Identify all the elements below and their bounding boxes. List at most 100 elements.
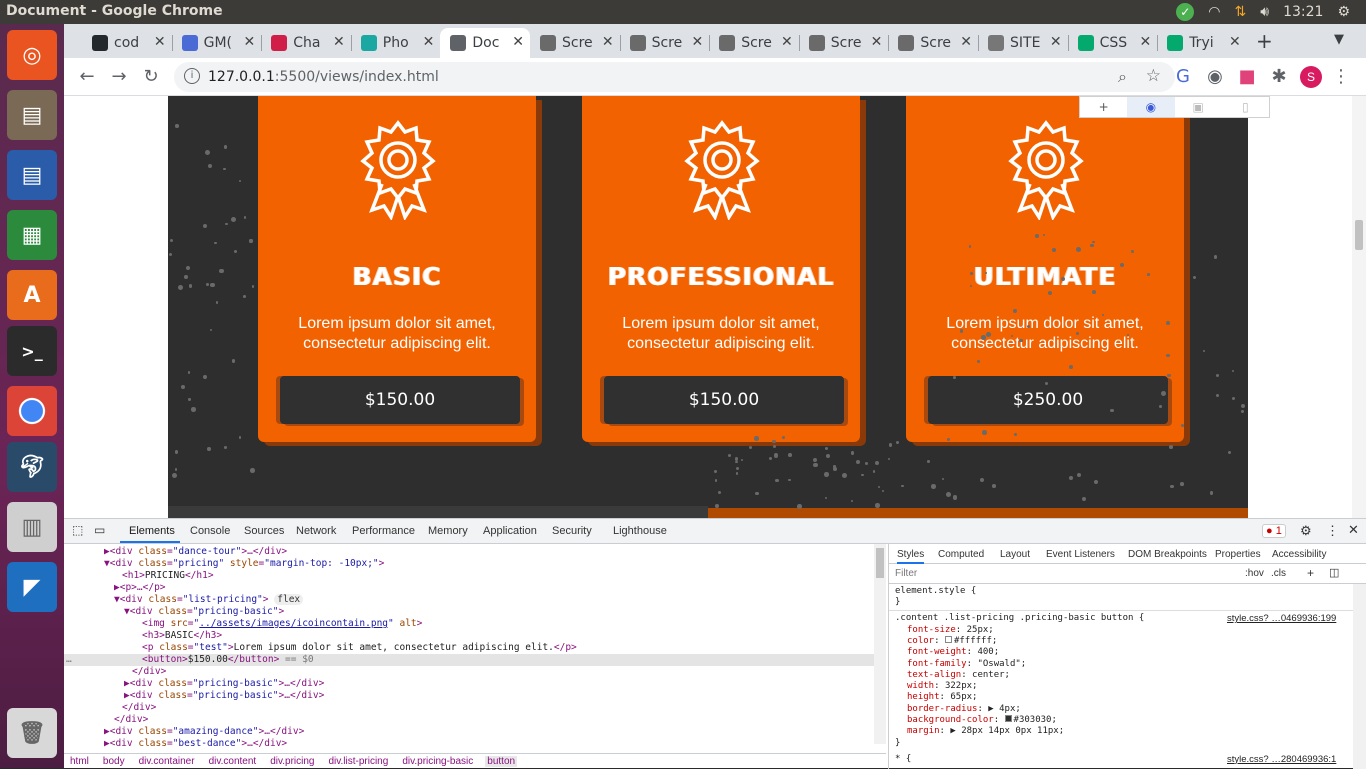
dom-node-line[interactable]: ▼<div class="pricing" style="margin-top:… <box>64 558 876 570</box>
trash-icon[interactable]: 🗑︎ <box>7 708 57 758</box>
breadcrumb-item[interactable]: html <box>68 756 91 767</box>
styles-filter-input[interactable]: Filter <box>895 568 917 579</box>
files-icon[interactable]: ▤ <box>7 90 57 140</box>
tab-close-icon[interactable]: ✕ <box>333 34 345 50</box>
css-declaration[interactable]: border-radius: ▶ 4px; <box>907 704 1021 715</box>
dom-node-line[interactable]: … <button>$150.00</button> == $0 <box>64 654 876 666</box>
tab-close-icon[interactable]: ✕ <box>423 34 435 50</box>
tab-close-icon[interactable]: ✕ <box>871 34 883 50</box>
dom-node-line[interactable]: ▶<div class="dance-tour">…</div> <box>64 546 876 558</box>
breadcrumb-item[interactable]: body <box>101 756 127 767</box>
wifi-icon[interactable]: ◠ <box>1208 4 1220 20</box>
devtools-tab-sources[interactable]: Sources <box>244 525 284 537</box>
styles-subtab[interactable]: Layout <box>1000 549 1030 560</box>
back-icon[interactable]: ← <box>76 66 98 87</box>
panel-toggle-icon[interactable]: ▯ <box>1222 97 1269 117</box>
settings-gear-icon[interactable]: ⚙ <box>1337 4 1350 20</box>
dom-node-line[interactable]: </div> <box>64 666 876 678</box>
browser-tab[interactable]: Scre ✕ <box>799 28 889 58</box>
styles-scrollbar[interactable] <box>1353 584 1366 769</box>
database-icon[interactable]: ▥ <box>7 502 57 552</box>
dom-node-line[interactable]: ▶<p>…</p> <box>64 582 876 594</box>
vscode-icon[interactable]: ◤ <box>7 562 57 612</box>
tab-close-icon[interactable]: ✕ <box>960 34 972 50</box>
hover-state-toggle[interactable]: :hov <box>1245 568 1264 579</box>
devtools-more-icon[interactable]: ⋮ <box>1326 523 1339 539</box>
browser-tab[interactable]: CSS ✕ <box>1068 28 1158 58</box>
page-scrollbar-thumb[interactable] <box>1355 220 1363 250</box>
css-declaration[interactable]: color: #ffffff; <box>907 635 997 647</box>
browser-tab[interactable]: Scre ✕ <box>530 28 620 58</box>
dom-node-line[interactable]: ▶<div class="pricing-basic">…</div> <box>64 678 876 690</box>
site-info-icon[interactable]: i <box>184 68 200 84</box>
class-toggle[interactable]: .cls <box>1271 568 1286 579</box>
styles-subtab[interactable]: Event Listeners <box>1046 549 1115 560</box>
breadcrumb-item[interactable]: div.pricing <box>268 756 316 767</box>
styles-subtab[interactable]: Computed <box>938 549 984 560</box>
devtools-error-badge[interactable]: ● 1 <box>1262 524 1286 538</box>
terminal-icon[interactable]: >_ <box>7 326 57 376</box>
devtools-tab-application[interactable]: Application <box>483 525 537 537</box>
breadcrumb-item[interactable]: div.content <box>207 756 259 767</box>
tab-close-icon[interactable]: ✕ <box>1229 34 1241 50</box>
css-declaration[interactable]: font-size: 25px; <box>907 625 994 636</box>
css-declaration[interactable]: text-align: center; <box>907 670 1010 681</box>
breadcrumb-item[interactable]: div.list-pricing <box>326 756 390 767</box>
devtools-tab-memory[interactable]: Memory <box>428 525 468 537</box>
profile-avatar[interactable]: S <box>1300 66 1322 88</box>
lock-icon[interactable]: ▣ <box>1175 97 1222 117</box>
browser-tab[interactable]: Scre ✕ <box>888 28 978 58</box>
forward-icon[interactable]: → <box>108 66 130 87</box>
devtools-tab-security[interactable]: Security <box>552 525 592 537</box>
breadcrumb-item[interactable]: div.container <box>137 756 197 767</box>
pricing-card-price-button[interactable]: $150.00 <box>604 376 844 424</box>
devtools-tab-console[interactable]: Console <box>190 525 230 537</box>
device-toolbar-icon[interactable]: ▭ <box>94 523 105 537</box>
styles-subtab[interactable]: Styles <box>897 549 925 564</box>
address-bar[interactable]: i 127.0.0.1:5500/views/index.html ⌕ ☆ <box>174 62 1175 92</box>
color-swatch[interactable] <box>944 635 952 643</box>
network-arrows-icon[interactable]: ⇅ <box>1235 4 1247 20</box>
browser-tab[interactable]: Scre ✕ <box>620 28 710 58</box>
css-source-link[interactable]: style.css? …0469936:199 <box>1227 613 1336 624</box>
dom-node-line[interactable]: <p class="test">Lorem ipsum dolor sit am… <box>64 642 876 654</box>
tab-close-icon[interactable]: ✕ <box>1050 34 1062 50</box>
browser-tab[interactable]: GM(✕ <box>172 28 262 58</box>
dom-node-line[interactable]: ▶<div class="pricing-basic">…</div> <box>64 690 876 702</box>
reload-icon[interactable]: ↻ <box>140 66 162 87</box>
dom-node-line[interactable]: ▼<div class="list-pricing"> flex <box>64 594 876 606</box>
new-rule-plus-icon[interactable]: + <box>1307 566 1314 580</box>
writer-icon[interactable]: ▤ <box>7 150 57 200</box>
color-swatch[interactable] <box>1004 715 1012 722</box>
dom-tree-scrollbar-thumb[interactable] <box>876 548 884 578</box>
devtools-tab-network[interactable]: Network <box>296 525 336 537</box>
toggle-sidebar-icon[interactable]: ◫ <box>1329 566 1339 579</box>
browser-tab[interactable]: SITE ✕ <box>978 28 1068 58</box>
tab-close-icon[interactable]: ✕ <box>154 34 166 50</box>
styles-subtab[interactable]: DOM Breakpoints <box>1128 549 1207 560</box>
chrome-icon[interactable] <box>7 386 57 436</box>
browser-tab[interactable]: Scre ✕ <box>709 28 799 58</box>
devtools-tab-elements[interactable]: Elements <box>129 525 175 537</box>
css-declaration[interactable]: height: 65px; <box>907 692 977 703</box>
dom-node-line[interactable]: ▼<div class="pricing-basic"> <box>64 606 876 618</box>
page-scrollbar[interactable] <box>1352 96 1366 518</box>
ubuntu-icon[interactable]: ◎ <box>7 30 57 80</box>
tab-search-icon[interactable]: ▼ <box>1334 32 1344 47</box>
breadcrumb-item[interactable]: button <box>485 756 518 767</box>
chrome-menu-icon[interactable]: ⋮ <box>1330 66 1352 87</box>
dom-node-line[interactable]: <img src="../assets/images/icoincontain.… <box>64 618 876 630</box>
devtools-close-icon[interactable]: ✕ <box>1348 522 1359 538</box>
translate-extension-icon[interactable]: G <box>1172 66 1194 87</box>
css-declaration[interactable]: margin: ▶ 28px 14px 0px 11px; <box>907 726 1064 737</box>
devtools-tab-performance[interactable]: Performance <box>352 525 415 537</box>
color-extension-icon[interactable]: ■ <box>1236 66 1258 87</box>
devtools-tab-lighthouse[interactable]: Lighthouse <box>613 525 667 537</box>
plus-icon[interactable]: + <box>1080 97 1127 117</box>
breadcrumb-item[interactable]: div.pricing-basic <box>400 756 475 767</box>
styles-subtab[interactable]: Properties <box>1215 549 1261 560</box>
dom-node-line[interactable]: <h3>BASIC</h3> <box>64 630 876 642</box>
dom-node-line[interactable]: </div> <box>64 702 876 714</box>
bookmark-star-icon[interactable]: ☆ <box>1146 66 1161 86</box>
zoom-search-icon[interactable]: ⌕ <box>1118 67 1127 87</box>
